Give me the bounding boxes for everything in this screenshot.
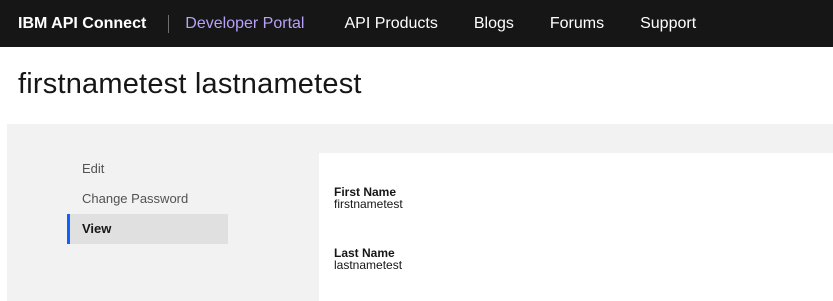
nav-developer-portal[interactable]: Developer Portal (185, 15, 304, 33)
sidebar-item-change-password[interactable]: Change Password (67, 184, 228, 214)
profile-content-area: Edit Change Password View First Name fir… (7, 124, 833, 301)
nav-support[interactable]: Support (640, 15, 696, 33)
first-name-value: firstnametest (334, 197, 403, 211)
first-name-field: First Name firstnametest (334, 186, 403, 210)
page-title: firstnametest lastnametest (18, 68, 362, 100)
top-navigation-bar: IBM API Connect Developer Portal API Pro… (0, 0, 833, 47)
nav-forums[interactable]: Forums (550, 15, 604, 33)
sidebar-item-view[interactable]: View (67, 214, 228, 244)
profile-sidebar: Edit Change Password View (67, 154, 228, 244)
last-name-field: Last Name lastnametest (334, 247, 402, 271)
brand-logo-text[interactable]: IBM API Connect (18, 15, 146, 33)
profile-details-panel: First Name firstnametest Last Name lastn… (319, 153, 833, 301)
brand-divider (168, 14, 170, 33)
nav-api-products[interactable]: API Products (344, 15, 437, 33)
sidebar-item-edit[interactable]: Edit (67, 154, 228, 184)
nav-blogs[interactable]: Blogs (474, 15, 514, 33)
last-name-value: lastnametest (334, 258, 403, 272)
